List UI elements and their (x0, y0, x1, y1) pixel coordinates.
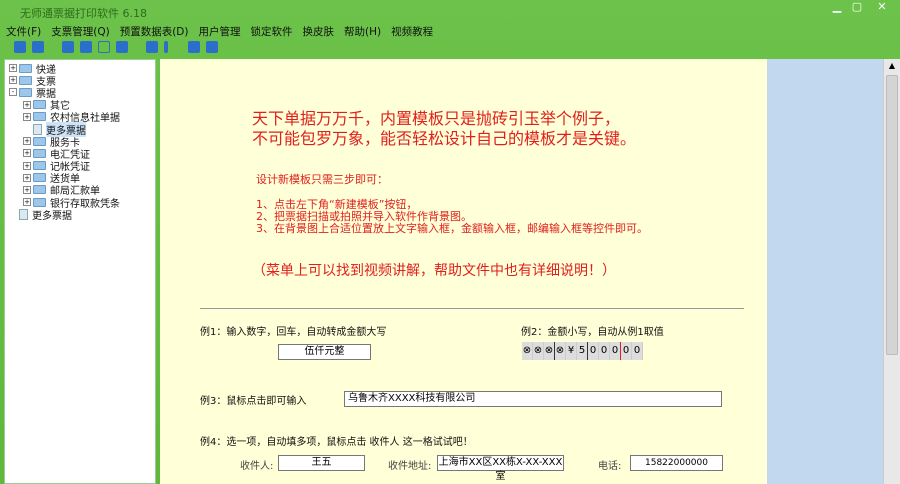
expand-toggle-icon[interactable]: + (23, 137, 31, 146)
expand-toggle-icon[interactable]: + (23, 112, 31, 121)
menu-item[interactable]: 文件(F) (6, 24, 41, 39)
menu-item[interactable]: 换皮肤 (302, 24, 334, 39)
phone-label: 电话: (598, 461, 622, 472)
tree-item[interactable]: + 快递 (5, 62, 155, 76)
close-button[interactable]: ✕ (871, 0, 893, 14)
folder-icon (33, 136, 46, 146)
tree-item[interactable]: + 支票 (5, 74, 155, 88)
steps-title: 设计新模板只需三步即可： (256, 173, 388, 186)
text-icon[interactable] (116, 41, 128, 53)
document-icon (19, 208, 28, 220)
folder-icon (33, 161, 46, 171)
grid-icon[interactable] (188, 41, 200, 53)
folder-icon (33, 112, 46, 122)
example-4-label: 例4：选一项，自动填多项，鼠标点击 收件人 这一格试试吧！ (200, 437, 473, 448)
toolbar (14, 41, 218, 53)
new-template-icon[interactable] (62, 41, 74, 53)
window-title: 无师通票据打印软件 6.18 (20, 7, 147, 20)
digit-cell: 0 (599, 342, 610, 360)
scroll-up-icon[interactable]: ▲ (884, 59, 900, 73)
company-field[interactable]: 乌鲁木齐XXXX科技有限公司 (344, 391, 722, 407)
address-field[interactable]: 上海市XX区XX栋X-XX-XXX室 (437, 455, 564, 482)
menu-item[interactable]: 支票管理(Q) (51, 24, 109, 39)
side-panel (767, 59, 883, 484)
maximize-button[interactable]: ▢ (846, 0, 868, 14)
folder-icon (33, 185, 46, 195)
expand-toggle-icon[interactable]: + (23, 173, 31, 182)
info-icon[interactable] (164, 41, 168, 53)
template-tree: + 快递 + 支票 - 票据 + 其它 + 农村信息社单据 更多票据 + 服务卡 + 电汇凭证 + 记帐凭证 + 送… (4, 59, 156, 484)
minimize-button[interactable]: ▁ (826, 0, 848, 14)
expand-toggle-icon[interactable]: + (23, 198, 31, 207)
expand-toggle-icon[interactable]: + (9, 76, 17, 85)
digit-cell: 5 (577, 342, 588, 360)
digit-cell: ⊗ (555, 342, 566, 360)
amount-digits-field[interactable]: ⊗ ⊗ ⊗ ⊗ ¥5 0 0 0 0 0 (522, 342, 643, 360)
help-note: （菜单上可以找到视频讲解，帮助文件中也有详细说明！） (252, 263, 616, 279)
vertical-scrollbar[interactable]: ▲ (883, 59, 900, 484)
layout-icon[interactable] (206, 41, 218, 53)
folder-icon (33, 100, 46, 110)
document-icon (33, 123, 42, 135)
digit-cell: 0 (610, 342, 621, 360)
menu-bar: 文件(F) 支票管理(Q) 预置数据表(D) 用户管理 锁定软件 换皮肤 帮助(H) 视频教程 (6, 24, 433, 39)
step-3: 3、在背景图上合适位置放上文字输入框，金额输入框，邮编输入框等控件即可。 (256, 222, 648, 235)
expand-toggle-icon[interactable]: + (23, 149, 31, 158)
digit-cell: 0 (621, 342, 632, 360)
menu-item[interactable]: 用户管理 (198, 24, 240, 39)
digit-cell: 0 (588, 342, 599, 360)
expand-toggle-icon[interactable]: + (23, 161, 31, 170)
menu-item[interactable]: 帮助(H) (344, 24, 381, 39)
expand-toggle-icon[interactable]: + (23, 185, 31, 194)
phone-field[interactable]: 15822000000 (630, 455, 723, 471)
menu-item[interactable]: 锁定软件 (250, 24, 292, 39)
print-icon[interactable] (14, 41, 26, 53)
expand-toggle-icon[interactable]: + (23, 100, 31, 109)
example-3-label: 例3：鼠标点击即可输入 (200, 396, 307, 407)
expand-toggle-icon[interactable]: + (9, 64, 17, 73)
folder-icon (19, 75, 32, 85)
divider (200, 308, 744, 309)
folder-icon (33, 197, 46, 207)
tree-item[interactable]: 更多票据 (5, 121, 155, 137)
digit-cell: ⊗ (522, 342, 533, 360)
recipient-field[interactable]: 王五 (278, 455, 365, 471)
folder-icon (19, 63, 32, 73)
headline-2: 不可能包罗万象，能否轻松设计自己的模板才是关键。 (252, 129, 637, 148)
open-folder-icon[interactable] (98, 41, 110, 53)
tree-item[interactable]: + 银行存取款凭条 (5, 196, 155, 210)
tree-item[interactable]: 更多票据 (5, 208, 155, 222)
digit-cell: 0 (632, 342, 643, 360)
folder-icon (33, 148, 46, 158)
digit-cell: ⊗ (544, 342, 555, 360)
digit-cell: ¥ (566, 342, 577, 360)
recipient-label: 收件人: (240, 461, 274, 472)
settings-icon[interactable] (32, 41, 44, 53)
digit-cell: ⊗ (533, 342, 544, 360)
example-2-label: 例2：金额小写，自动从例1取值 (521, 327, 664, 338)
example-1-label: 例1：输入数字，回车，自动转成金额大写 (200, 327, 387, 338)
menu-item[interactable]: 视频教程 (391, 24, 433, 39)
menu-item[interactable]: 预置数据表(D) (120, 24, 189, 39)
folder-icon (19, 87, 32, 97)
template-canvas: 天下单据万万千，内置模板只是抛砖引玉举个例子， 不可能包罗万象，能否轻松设计自己… (160, 59, 767, 484)
tree-item[interactable]: + 记帐凭证 (5, 160, 155, 173)
tag-icon[interactable] (146, 41, 158, 53)
address-label: 收件地址: (388, 461, 432, 472)
scroll-thumb[interactable] (886, 75, 898, 355)
folder-icon (33, 173, 46, 183)
save-icon[interactable] (80, 41, 92, 53)
expand-toggle-icon[interactable]: - (9, 88, 17, 97)
tree-item-label: 更多票据 (32, 210, 72, 222)
amount-words-field[interactable]: 伍仟元整 (278, 344, 371, 360)
tree-item[interactable]: - 票据 (5, 86, 155, 100)
